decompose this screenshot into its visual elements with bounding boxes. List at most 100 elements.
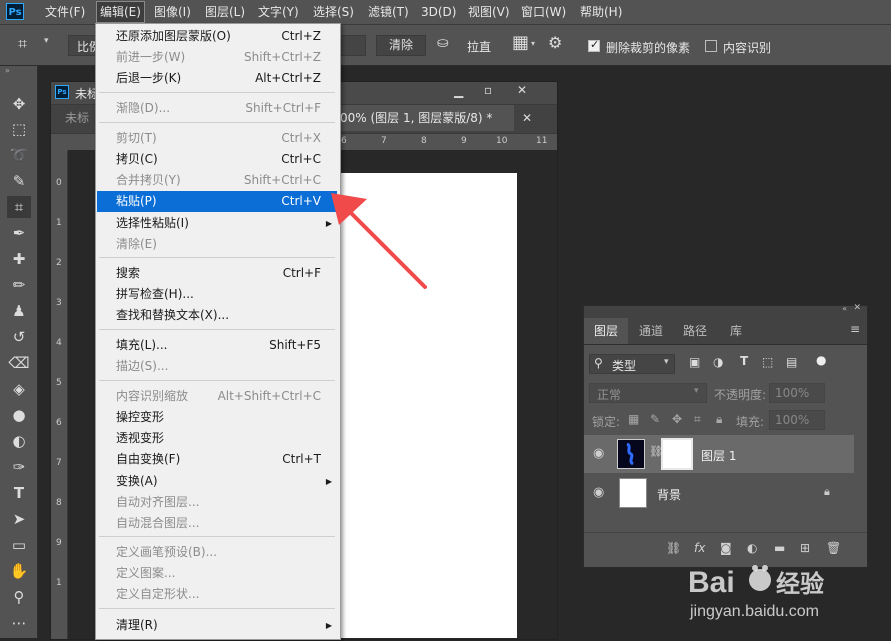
collapse-icon[interactable]: »: [5, 66, 10, 75]
marquee-tool-icon[interactable]: ⬚: [7, 118, 31, 140]
menu-item-search[interactable]: 搜索 Ctrl+F: [97, 263, 337, 284]
overlay-grid-icon[interactable]: ▦: [512, 32, 529, 53]
quick-selection-tool-icon[interactable]: ✎: [7, 170, 31, 192]
eyedropper-tool-icon[interactable]: ✒: [7, 222, 31, 244]
crop-tool-icon[interactable]: ⌗: [7, 196, 31, 218]
menu-image[interactable]: 图像(I): [154, 0, 191, 24]
chevron-down-icon[interactable]: ▾: [44, 36, 49, 46]
lock-position-icon[interactable]: ✥: [672, 412, 682, 426]
blur-tool-icon[interactable]: ●: [7, 404, 31, 426]
clear-button[interactable]: 清除: [376, 35, 426, 56]
healing-brush-tool-icon[interactable]: ✚: [7, 248, 31, 270]
menu-window[interactable]: 窗口(W): [521, 0, 566, 24]
tab-inactive[interactable]: 未标: [65, 105, 89, 131]
menu-item-copy[interactable]: 拷贝(C) Ctrl+C: [97, 149, 337, 170]
dodge-tool-icon[interactable]: ◐: [7, 430, 31, 452]
menu-view[interactable]: 视图(V): [468, 0, 510, 24]
close-icon[interactable]: ✕: [853, 303, 861, 313]
crop-tool-icon[interactable]: ⌗: [18, 34, 27, 54]
tab-active[interactable]: 00% (图层 1, 图层蒙版/8) *: [340, 105, 514, 131]
menu-item-find-replace[interactable]: 查找和替换文本(X)...: [97, 305, 337, 326]
brush-tool-icon[interactable]: ✏: [7, 274, 31, 296]
tab-layers[interactable]: 图层: [584, 318, 628, 344]
menu-filter[interactable]: 滤镜(T): [368, 0, 409, 24]
panel-menu-icon[interactable]: ≡: [850, 322, 860, 336]
gear-icon[interactable]: ⚙: [548, 33, 562, 52]
menu-help[interactable]: 帮助(H): [580, 0, 622, 24]
stamp-tool-icon[interactable]: ♟: [7, 300, 31, 322]
menu-item-step-backward[interactable]: 后退一步(K) Alt+Ctrl+Z: [97, 68, 337, 89]
new-layer-icon[interactable]: ⊞: [800, 541, 810, 555]
height-field[interactable]: [340, 35, 366, 56]
path-selection-tool-icon[interactable]: ➤: [7, 508, 31, 530]
content-aware-checkbox[interactable]: [705, 40, 717, 52]
visibility-eye-icon[interactable]: ◉: [593, 446, 604, 461]
eraser-tool-icon[interactable]: ⌫: [7, 352, 31, 374]
type-filter-icon[interactable]: T: [740, 354, 748, 368]
lock-artboard-icon[interactable]: ⌗: [694, 412, 701, 427]
trash-icon[interactable]: 🗑︎: [826, 541, 841, 555]
menu-item-fill[interactable]: 填充(L)... Shift+F5: [97, 335, 337, 356]
move-tool-icon[interactable]: ✥: [7, 93, 31, 115]
menu-item-undo[interactable]: 还原添加图层蒙版(O) Ctrl+Z: [97, 26, 337, 47]
layer-row-layer1[interactable]: ◉ ⛓ 图层 1: [584, 435, 854, 473]
adjustment-layer-icon[interactable]: ◐: [747, 541, 757, 555]
layer-filter-select[interactable]: ⚲ 类型 ▾: [589, 354, 675, 374]
visibility-eye-icon[interactable]: ◉: [593, 485, 604, 500]
history-brush-tool-icon[interactable]: ↺: [7, 326, 31, 348]
close-icon[interactable]: ✕: [517, 83, 527, 97]
collapse-icon[interactable]: «: [842, 304, 847, 313]
menu-layer[interactable]: 图层(L): [205, 0, 245, 24]
maximize-icon[interactable]: ▫: [484, 83, 492, 97]
opacity-field[interactable]: 100%: [769, 383, 825, 403]
blend-mode-select[interactable]: 正常 ▾: [589, 383, 707, 403]
menu-item-purge[interactable]: 清理(R) ▶: [97, 615, 337, 636]
chevron-down-icon[interactable]: ▾: [531, 39, 535, 48]
menu-item-free-transform[interactable]: 自由变换(F) Ctrl+T: [97, 449, 337, 470]
delete-cropped-checkbox[interactable]: [588, 38, 600, 52]
menu-3d[interactable]: 3D(D): [421, 0, 456, 24]
straighten-icon[interactable]: ⛀: [437, 35, 449, 51]
paint-bucket-tool-icon[interactable]: ◈: [7, 378, 31, 400]
tab-close-icon[interactable]: ✕: [522, 111, 532, 125]
pen-tool-icon[interactable]: ✑: [7, 456, 31, 478]
layer-mask-thumbnail[interactable]: [661, 438, 693, 470]
type-tool-icon[interactable]: T: [7, 482, 31, 504]
straighten-label[interactable]: 拉直: [467, 38, 491, 55]
add-mask-icon[interactable]: ◙: [720, 541, 732, 555]
menu-select[interactable]: 选择(S): [313, 0, 354, 24]
menu-item-paste-special[interactable]: 选择性粘贴(I) ▶: [97, 213, 337, 234]
layer-row-background[interactable]: ◉ 背景 🔒︎: [584, 474, 867, 512]
fill-field[interactable]: 100%: [769, 410, 825, 430]
tab-paths[interactable]: 路径: [674, 318, 716, 344]
lasso-tool-icon[interactable]: ➰: [7, 144, 31, 166]
tab-libraries[interactable]: 库: [718, 318, 754, 344]
link-layers-icon[interactable]: ⛓: [666, 541, 681, 555]
menu-item-spell-check[interactable]: 拼写检查(H)...: [97, 284, 337, 305]
minimize-icon[interactable]: ▁: [454, 84, 463, 98]
more-tools-icon[interactable]: ⋯: [7, 612, 31, 634]
menu-item-perspective-warp[interactable]: 透视变形: [97, 428, 337, 449]
filter-toggle-icon[interactable]: ●: [816, 353, 826, 367]
menu-item-puppet-warp[interactable]: 操控变形: [97, 407, 337, 428]
zoom-tool-icon[interactable]: ⚲: [7, 586, 31, 608]
menu-type[interactable]: 文字(Y): [258, 0, 299, 24]
lock-all-icon[interactable]: 🔒︎: [716, 412, 722, 427]
menu-item-transform[interactable]: 变换(A) ▶: [97, 471, 337, 492]
layer-name[interactable]: 背景: [657, 486, 681, 503]
rectangle-tool-icon[interactable]: ▭: [7, 534, 31, 556]
ratio-preset-select[interactable]: 比例: [68, 35, 101, 56]
lock-brush-icon[interactable]: ✎: [650, 412, 660, 426]
fx-icon[interactable]: fx: [694, 541, 705, 555]
layer-name[interactable]: 图层 1: [701, 447, 736, 464]
new-group-icon[interactable]: ▬: [774, 541, 785, 555]
pixel-filter-icon[interactable]: ▣: [689, 355, 700, 369]
lock-transparent-icon[interactable]: ▦: [628, 412, 639, 426]
menu-item-paste[interactable]: 粘贴(P) Ctrl+V: [97, 191, 337, 212]
tab-channels[interactable]: 通道: [630, 318, 672, 344]
smart-object-filter-icon[interactable]: ▤: [786, 355, 797, 369]
hand-tool-icon[interactable]: ✋: [7, 560, 31, 582]
adjustment-filter-icon[interactable]: ◑: [713, 355, 723, 369]
menu-file[interactable]: 文件(F): [45, 0, 85, 24]
menu-edit[interactable]: 编辑(E): [96, 1, 145, 23]
